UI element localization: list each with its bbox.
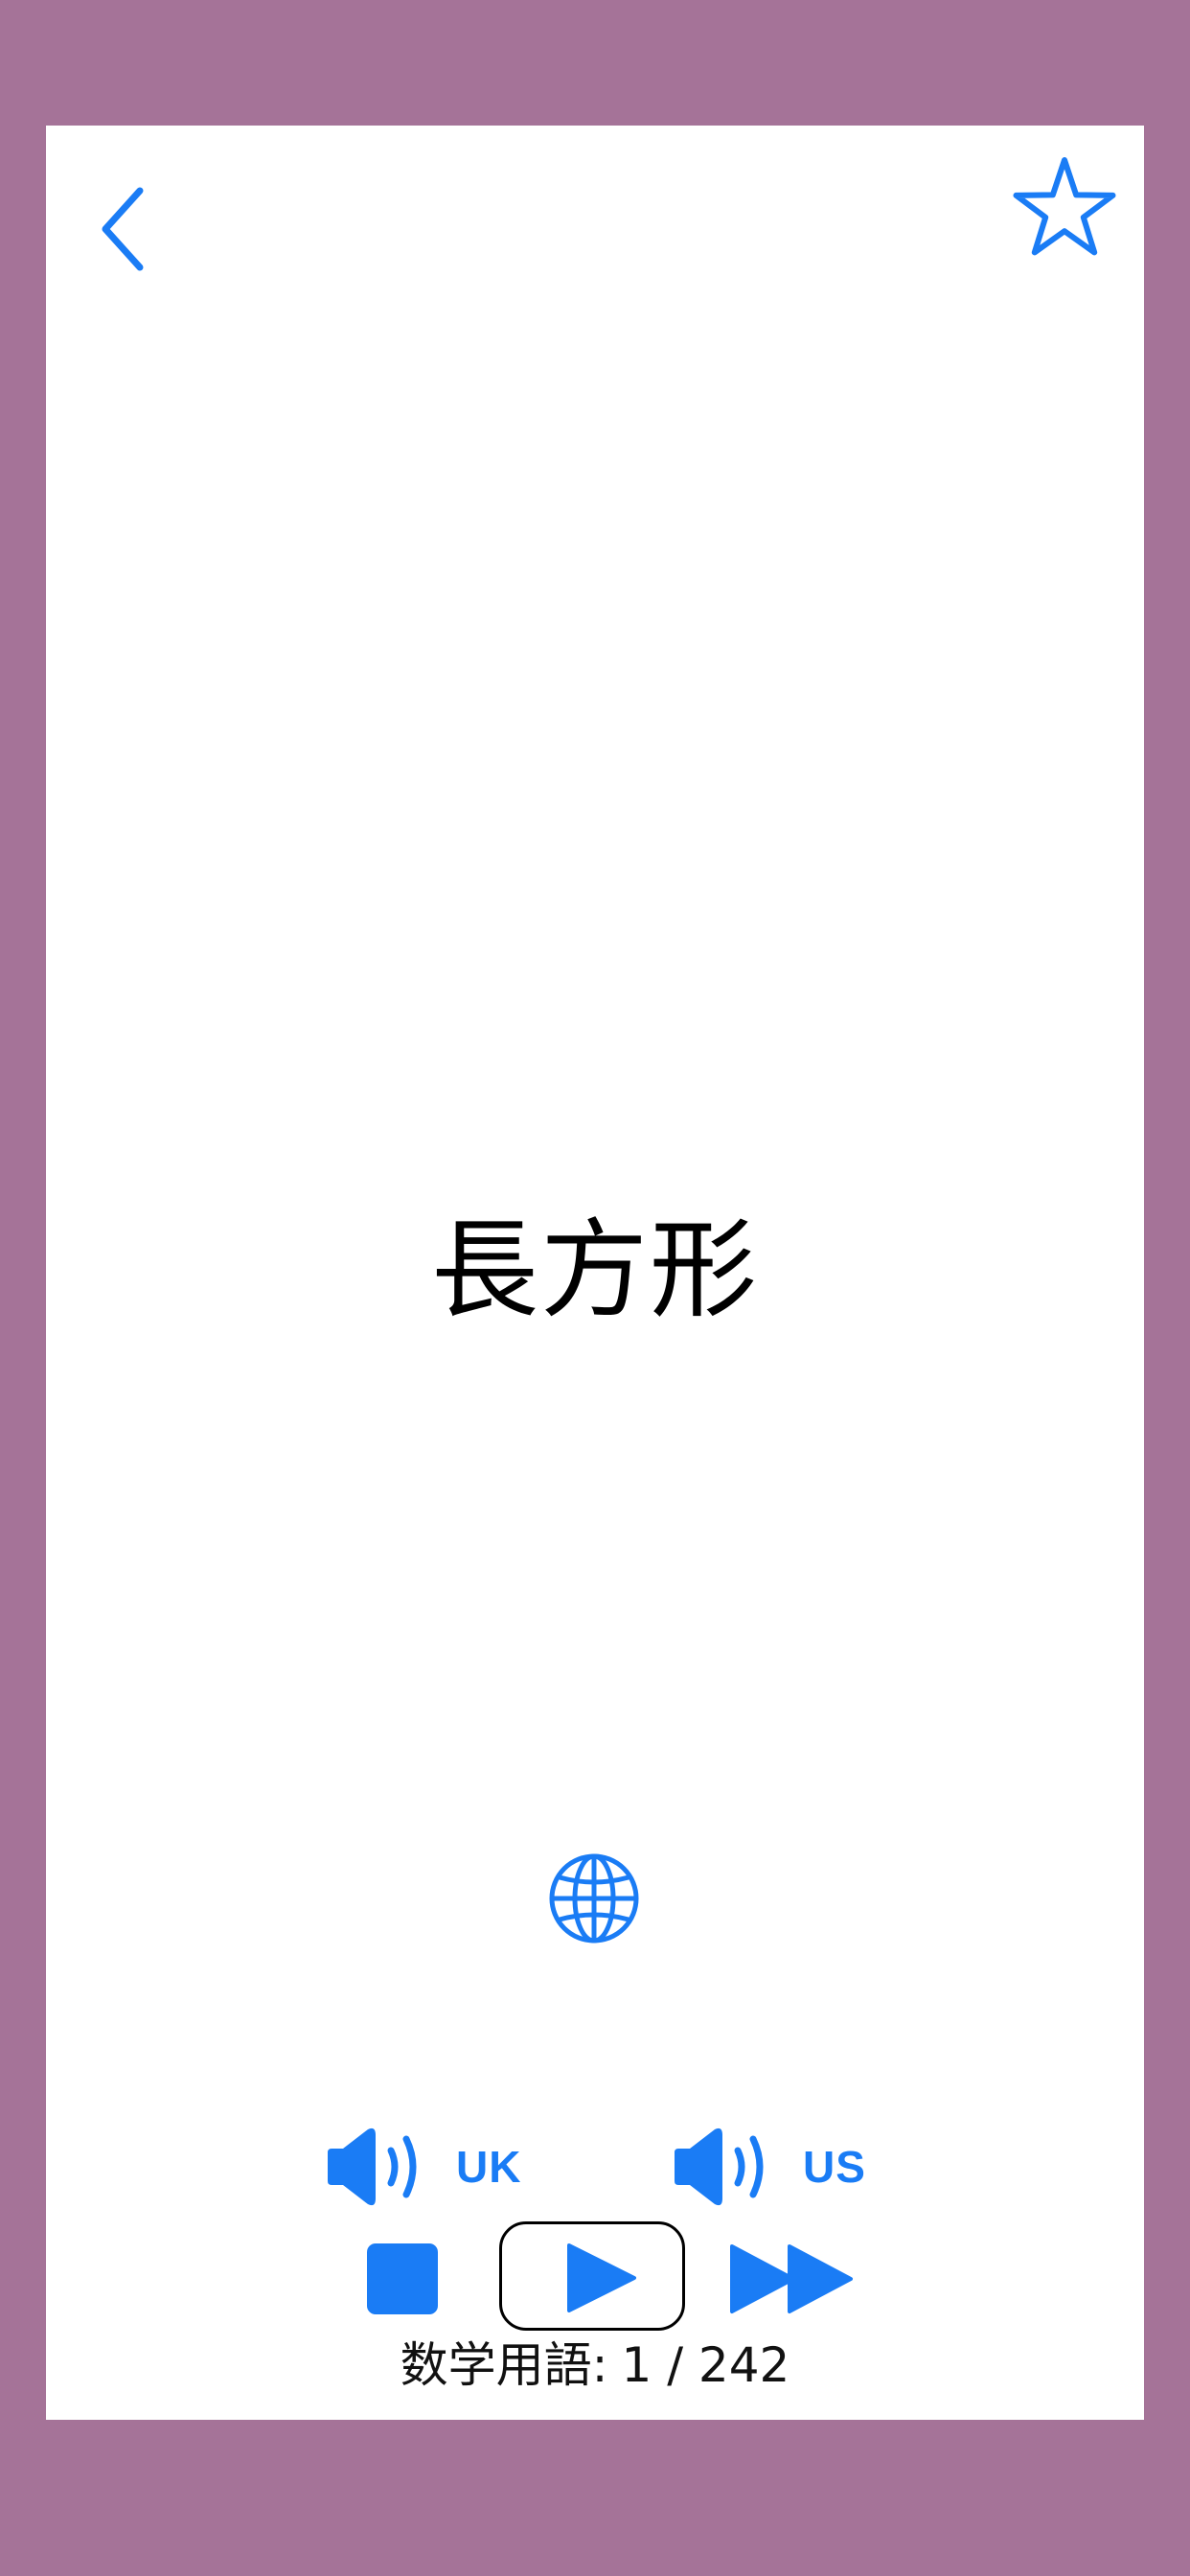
translate-button[interactable] xyxy=(548,1852,640,1944)
fast-forward-icon xyxy=(730,2244,853,2313)
speaker-wave-icon xyxy=(328,2128,417,2206)
play-button[interactable] xyxy=(499,2221,685,2331)
speaker-wave-icon xyxy=(675,2128,764,2206)
app-screen: 長方形 UK US 数学用語: 1 / 242 xyxy=(0,0,1190,2576)
speak-uk-label: UK xyxy=(456,2142,522,2192)
progress-counter: 数学用語: 1 / 242 xyxy=(46,2332,1144,2399)
flashcard-term: 長方形 xyxy=(431,1208,759,1333)
category-label: 数学用語: xyxy=(400,2337,608,2393)
flashcard: 長方形 UK US 数学用語: 1 / 242 xyxy=(46,126,1144,2420)
next-button[interactable] xyxy=(728,2243,855,2314)
chevron-left-icon xyxy=(102,187,144,271)
speak-us-label: US xyxy=(803,2142,866,2192)
globe-icon xyxy=(549,1853,639,1944)
speak-uk-button[interactable]: UK xyxy=(324,2119,521,2215)
back-button[interactable] xyxy=(96,183,149,275)
star-outline-icon xyxy=(1013,157,1116,256)
favorite-button[interactable] xyxy=(1012,154,1117,260)
card-position: 1 / 242 xyxy=(621,2337,790,2393)
speak-us-button[interactable]: US xyxy=(671,2119,866,2215)
play-icon xyxy=(567,2243,636,2312)
stop-button[interactable] xyxy=(367,2243,438,2314)
